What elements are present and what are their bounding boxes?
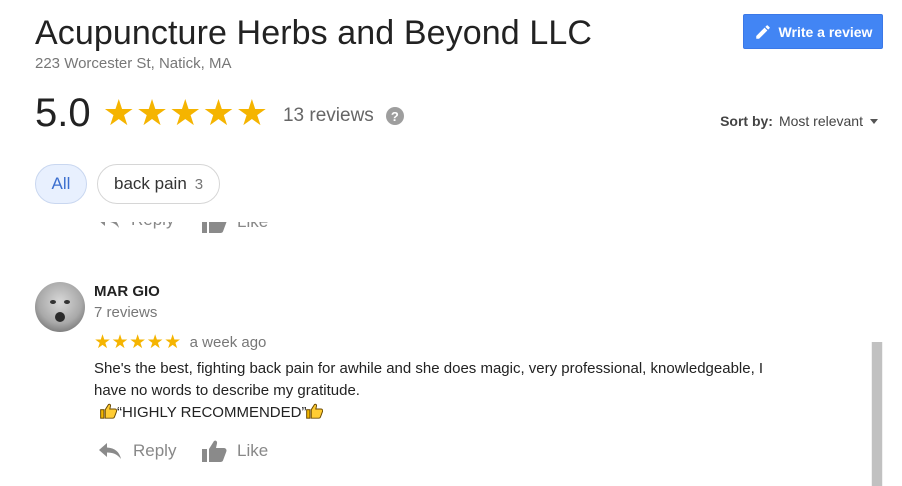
thumbs-up-icon — [201, 222, 227, 234]
review-stars: ★★★★★ — [94, 332, 182, 353]
rating-score: 5.0 — [35, 90, 91, 135]
review-text-line: She's the best, fighting back pain for a… — [94, 360, 764, 377]
filter-chip-label: All — [51, 174, 71, 193]
review-text-line: “HIGHLY RECOMMENDED” — [117, 404, 307, 421]
review-meta: ★★★★★ a week ago — [94, 333, 266, 352]
review-count-link[interactable]: 13 reviews — [283, 105, 374, 127]
scrollbar-thumb[interactable] — [872, 342, 882, 486]
rating-stars: ★★★★★ — [102, 92, 269, 133]
sort-value: Most relevant — [778, 113, 863, 129]
chevron-down-icon — [870, 118, 878, 124]
filter-chip-label: back pain — [114, 174, 187, 193]
sort-dropdown[interactable]: Sort by: Most relevant — [720, 113, 878, 129]
review-time: a week ago — [189, 334, 267, 351]
rating-summary: 5.0 ★★★★★ 13 reviews ? — [35, 88, 404, 138]
like-label: Like — [237, 441, 269, 460]
review-text: She's the best, fighting back pain for a… — [94, 358, 834, 426]
filter-chip-back-pain[interactable]: back pain 3 — [97, 164, 221, 204]
review-text-line: have no words to describe my gratitude. — [94, 382, 360, 399]
thumbs-up-icon — [201, 439, 227, 463]
reply-label: Reply — [133, 441, 177, 460]
thumbs-up-emoji-icon — [306, 403, 324, 426]
write-review-label: Write a review — [778, 23, 873, 40]
reviewer-review-count: 7 reviews — [94, 304, 158, 321]
avatar-eye — [50, 300, 56, 304]
like-button[interactable]: Like — [201, 222, 268, 234]
reviewer-name[interactable]: MAR GIO — [94, 283, 160, 300]
pencil-icon — [754, 23, 772, 41]
reply-icon — [95, 222, 121, 230]
reviewer-avatar[interactable] — [35, 282, 85, 332]
avatar-eye — [64, 300, 70, 304]
like-label: Like — [237, 222, 268, 232]
thumbs-up-emoji-icon — [100, 403, 118, 426]
filter-chip-count: 3 — [194, 175, 204, 193]
reply-label: Reply — [131, 222, 174, 230]
filter-chip-all[interactable]: All — [35, 164, 87, 204]
write-review-button[interactable]: Write a review — [743, 14, 883, 49]
reply-icon — [97, 441, 123, 461]
reply-button[interactable]: Reply — [95, 222, 174, 230]
like-button[interactable]: Like — [201, 439, 268, 463]
reply-button[interactable]: Reply — [97, 441, 176, 461]
sort-label: Sort by: — [720, 113, 773, 129]
previous-review-actions: Reply Like — [95, 222, 395, 242]
business-title: Acupuncture Herbs and Beyond LLC — [35, 14, 592, 52]
avatar-mouth — [55, 312, 65, 322]
help-icon[interactable]: ? — [385, 107, 404, 125]
business-address: 223 Worcester St, Natick, MA — [35, 55, 232, 72]
